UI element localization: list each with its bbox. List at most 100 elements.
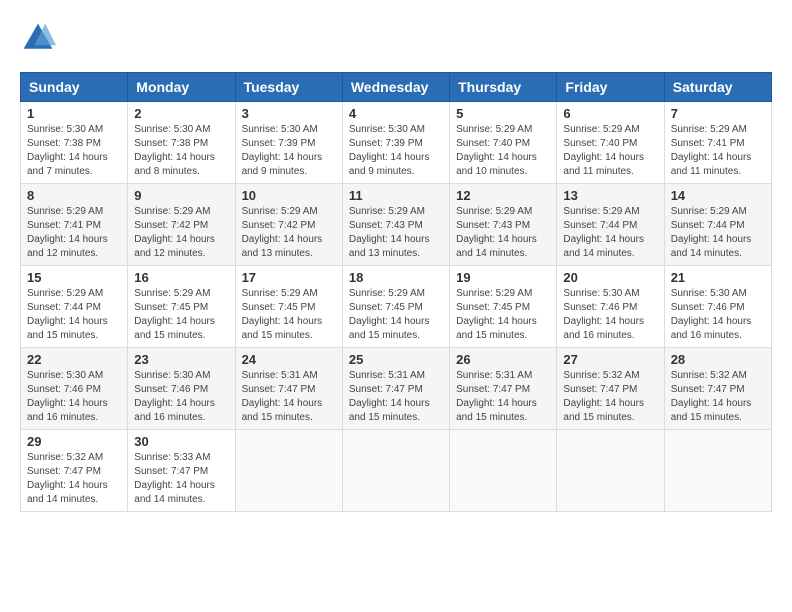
day-cell: 1Sunrise: 5:30 AMSunset: 7:38 PMDaylight… bbox=[21, 102, 128, 184]
day-number: 25 bbox=[349, 352, 443, 367]
day-info: Sunrise: 5:29 AMSunset: 7:45 PMDaylight:… bbox=[242, 287, 336, 343]
day-number: 4 bbox=[349, 106, 443, 121]
day-cell: 8 Sunrise: 5:29 AMSunset: 7:41 PMDaylight… bbox=[21, 184, 128, 266]
day-cell: 7 Sunrise: 5:29 AMSunset: 7:41 PMDaylight… bbox=[664, 102, 771, 184]
day-info: Sunrise: 5:30 AMSunset: 7:46 PMDaylight:… bbox=[563, 287, 657, 343]
day-cell: 24 Sunrise: 5:31 AMSunset: 7:47 PMDayligh… bbox=[235, 348, 342, 430]
day-header-sunday: Sunday bbox=[21, 73, 128, 102]
day-cell: 30 Sunrise: 5:33 AMSunset: 7:47 PMDayligh… bbox=[128, 430, 235, 512]
logo-icon bbox=[20, 20, 56, 56]
day-info: Sunrise: 5:31 AMSunset: 7:47 PMDaylight:… bbox=[242, 369, 336, 425]
day-cell: 22 Sunrise: 5:30 AMSunset: 7:46 PMDayligh… bbox=[21, 348, 128, 430]
day-header-monday: Monday bbox=[128, 73, 235, 102]
day-info: Sunrise: 5:30 AMSunset: 7:46 PMDaylight:… bbox=[671, 287, 765, 343]
day-number: 14 bbox=[671, 188, 765, 203]
day-cell: 12 Sunrise: 5:29 AMSunset: 7:43 PMDayligh… bbox=[450, 184, 557, 266]
day-cell: 16 Sunrise: 5:29 AMSunset: 7:45 PMDayligh… bbox=[128, 266, 235, 348]
day-cell: 13 Sunrise: 5:29 AMSunset: 7:44 PMDayligh… bbox=[557, 184, 664, 266]
day-number: 6 bbox=[563, 106, 657, 121]
week-row-5: 29 Sunrise: 5:32 AMSunset: 7:47 PMDayligh… bbox=[21, 430, 772, 512]
day-cell: 5 Sunrise: 5:29 AMSunset: 7:40 PMDaylight… bbox=[450, 102, 557, 184]
day-info: Sunrise: 5:29 AMSunset: 7:43 PMDaylight:… bbox=[349, 205, 443, 261]
day-number: 10 bbox=[242, 188, 336, 203]
day-info: Sunrise: 5:29 AMSunset: 7:40 PMDaylight:… bbox=[563, 123, 657, 179]
day-number: 2 bbox=[134, 106, 228, 121]
day-cell: 3 Sunrise: 5:30 AMSunset: 7:39 PMDaylight… bbox=[235, 102, 342, 184]
day-info: Sunrise: 5:31 AMSunset: 7:47 PMDaylight:… bbox=[456, 369, 550, 425]
day-number: 16 bbox=[134, 270, 228, 285]
day-info: Sunrise: 5:29 AMSunset: 7:43 PMDaylight:… bbox=[456, 205, 550, 261]
day-cell: 14 Sunrise: 5:29 AMSunset: 7:44 PMDayligh… bbox=[664, 184, 771, 266]
day-info: Sunrise: 5:29 AMSunset: 7:41 PMDaylight:… bbox=[671, 123, 765, 179]
week-row-4: 22 Sunrise: 5:30 AMSunset: 7:46 PMDayligh… bbox=[21, 348, 772, 430]
day-cell bbox=[342, 430, 449, 512]
day-cell: 2 Sunrise: 5:30 AMSunset: 7:38 PMDaylight… bbox=[128, 102, 235, 184]
day-number: 12 bbox=[456, 188, 550, 203]
day-info: Sunrise: 5:29 AMSunset: 7:44 PMDaylight:… bbox=[671, 205, 765, 261]
day-cell: 25 Sunrise: 5:31 AMSunset: 7:47 PMDayligh… bbox=[342, 348, 449, 430]
day-cell bbox=[235, 430, 342, 512]
day-cell: 10Sunrise: 5:29 AMSunset: 7:42 PMDayligh… bbox=[235, 184, 342, 266]
day-cell: 29 Sunrise: 5:32 AMSunset: 7:47 PMDayligh… bbox=[21, 430, 128, 512]
day-number: 24 bbox=[242, 352, 336, 367]
week-row-3: 15Sunrise: 5:29 AMSunset: 7:44 PMDayligh… bbox=[21, 266, 772, 348]
day-cell: 17 Sunrise: 5:29 AMSunset: 7:45 PMDayligh… bbox=[235, 266, 342, 348]
day-info: Sunrise: 5:33 AMSunset: 7:47 PMDaylight:… bbox=[134, 451, 228, 507]
day-info: Sunrise: 5:30 AMSunset: 7:46 PMDaylight:… bbox=[27, 369, 121, 425]
day-info: Sunrise: 5:30 AMSunset: 7:46 PMDaylight:… bbox=[134, 369, 228, 425]
day-header-thursday: Thursday bbox=[450, 73, 557, 102]
day-info: Sunrise: 5:31 AMSunset: 7:47 PMDaylight:… bbox=[349, 369, 443, 425]
day-number: 18 bbox=[349, 270, 443, 285]
day-info: Sunrise: 5:29 AMSunset: 7:45 PMDaylight:… bbox=[349, 287, 443, 343]
day-number: 19 bbox=[456, 270, 550, 285]
week-row-1: 1 Sunrise: 5:30 AMSunset: 7:38 PMDaylight… bbox=[21, 102, 772, 184]
day-info: Sunrise: 5:30 AMSunset: 7:38 PMDaylight:… bbox=[134, 123, 228, 179]
day-number: 17 bbox=[242, 270, 336, 285]
day-cell: 28Sunrise: 5:32 AMSunset: 7:47 PMDayligh… bbox=[664, 348, 771, 430]
day-number: 11 bbox=[349, 188, 443, 203]
day-info: Sunrise: 5:32 AMSunset: 7:47 PMDaylight:… bbox=[671, 369, 765, 425]
day-number: 26 bbox=[456, 352, 550, 367]
day-info: Sunrise: 5:29 AMSunset: 7:44 PMDaylight:… bbox=[563, 205, 657, 261]
logo bbox=[20, 20, 62, 56]
day-cell: 23 Sunrise: 5:30 AMSunset: 7:46 PMDayligh… bbox=[128, 348, 235, 430]
day-number: 7 bbox=[671, 106, 765, 121]
day-number: 21 bbox=[671, 270, 765, 285]
day-number: 22 bbox=[27, 352, 121, 367]
day-info: Sunrise: 5:29 AMSunset: 7:45 PMDaylight:… bbox=[134, 287, 228, 343]
day-info: Sunrise: 5:29 AMSunset: 7:41 PMDaylight:… bbox=[27, 205, 121, 261]
day-number: 13 bbox=[563, 188, 657, 203]
day-info: Sunrise: 5:32 AMSunset: 7:47 PMDaylight:… bbox=[27, 451, 121, 507]
day-header-tuesday: Tuesday bbox=[235, 73, 342, 102]
day-cell: 27Sunrise: 5:32 AMSunset: 7:47 PMDayligh… bbox=[557, 348, 664, 430]
day-cell: 4 Sunrise: 5:30 AMSunset: 7:39 PMDaylight… bbox=[342, 102, 449, 184]
day-info: Sunrise: 5:30 AMSunset: 7:39 PMDaylight:… bbox=[349, 123, 443, 179]
day-cell bbox=[450, 430, 557, 512]
day-info: Sunrise: 5:30 AMSunset: 7:39 PMDaylight:… bbox=[242, 123, 336, 179]
day-number: 3 bbox=[242, 106, 336, 121]
day-number: 8 bbox=[27, 188, 121, 203]
day-info: Sunrise: 5:29 AMSunset: 7:44 PMDaylight:… bbox=[27, 287, 121, 343]
day-header-wednesday: Wednesday bbox=[342, 73, 449, 102]
day-number: 29 bbox=[27, 434, 121, 449]
day-cell: 21 Sunrise: 5:30 AMSunset: 7:46 PMDayligh… bbox=[664, 266, 771, 348]
calendar-table: SundayMondayTuesdayWednesdayThursdayFrid… bbox=[20, 72, 772, 512]
day-cell: 6 Sunrise: 5:29 AMSunset: 7:40 PMDaylight… bbox=[557, 102, 664, 184]
day-cell bbox=[664, 430, 771, 512]
day-cell bbox=[557, 430, 664, 512]
day-cell: 9 Sunrise: 5:29 AMSunset: 7:42 PMDaylight… bbox=[128, 184, 235, 266]
day-number: 5 bbox=[456, 106, 550, 121]
day-info: Sunrise: 5:29 AMSunset: 7:42 PMDaylight:… bbox=[134, 205, 228, 261]
day-header-friday: Friday bbox=[557, 73, 664, 102]
days-header-row: SundayMondayTuesdayWednesdayThursdayFrid… bbox=[21, 73, 772, 102]
day-number: 30 bbox=[134, 434, 228, 449]
day-number: 27 bbox=[563, 352, 657, 367]
day-number: 9 bbox=[134, 188, 228, 203]
day-info: Sunrise: 5:29 AMSunset: 7:45 PMDaylight:… bbox=[456, 287, 550, 343]
day-info: Sunrise: 5:29 AMSunset: 7:40 PMDaylight:… bbox=[456, 123, 550, 179]
day-number: 1 bbox=[27, 106, 121, 121]
day-number: 23 bbox=[134, 352, 228, 367]
day-header-saturday: Saturday bbox=[664, 73, 771, 102]
day-cell: 18 Sunrise: 5:29 AMSunset: 7:45 PMDayligh… bbox=[342, 266, 449, 348]
day-cell: 26 Sunrise: 5:31 AMSunset: 7:47 PMDayligh… bbox=[450, 348, 557, 430]
